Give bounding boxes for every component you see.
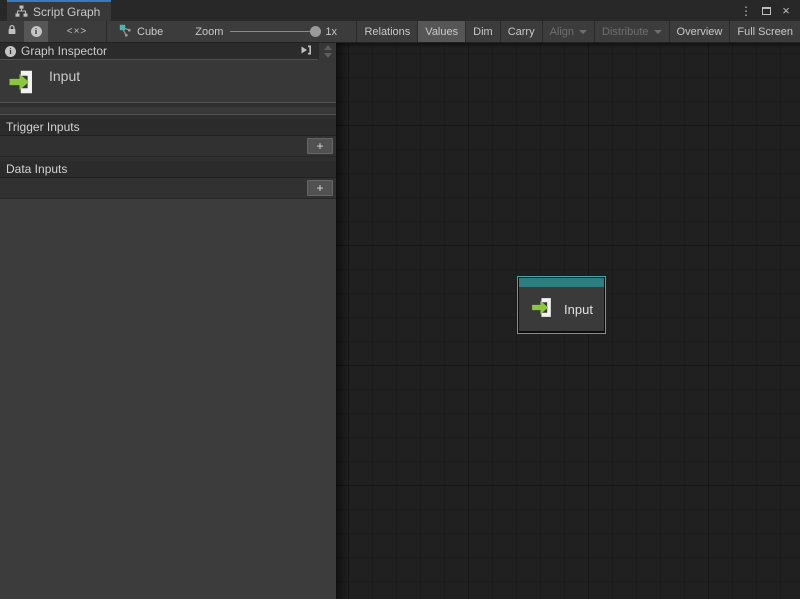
- toolbar-shadow: [336, 43, 800, 48]
- inspector-empty-space: [0, 199, 336, 599]
- selected-unit-card: Input: [0, 60, 336, 103]
- window-controls: ⋮ ×: [738, 0, 800, 21]
- chevron-down-icon: [654, 30, 662, 34]
- tab-label: Script Graph: [33, 5, 100, 19]
- trigger-inputs-list: +: [0, 136, 336, 157]
- relations-button[interactable]: Relations: [356, 21, 417, 42]
- graph-canvas[interactable]: Input: [336, 43, 800, 599]
- code-icon: <×>: [67, 26, 88, 37]
- graph-owner-breadcrumb[interactable]: Cube: [107, 21, 173, 42]
- info-icon: i: [5, 46, 16, 57]
- dock-sidebar-icon[interactable]: [300, 44, 313, 59]
- zoom-value: 1x: [325, 26, 337, 38]
- toolbar-right-buttons: Relations Values Dim Carry Align Distrib…: [356, 21, 800, 42]
- trigger-inputs-label: Trigger Inputs: [6, 120, 80, 134]
- content-area: i Graph Inspector: [0, 43, 800, 599]
- scroll-up-icon[interactable]: [324, 45, 332, 50]
- dim-button[interactable]: Dim: [465, 21, 500, 42]
- inspector-header-row: i Graph Inspector: [0, 43, 336, 60]
- input-unit-icon: [530, 295, 555, 323]
- lock-button[interactable]: [0, 21, 24, 42]
- zoom-label: Zoom: [195, 26, 223, 38]
- script-graph-window: Script Graph ⋮ × i <×>: [0, 0, 800, 599]
- tab-script-graph[interactable]: Script Graph: [7, 0, 111, 21]
- maximize-icon[interactable]: [758, 3, 774, 19]
- graph-inspector-panel: i Graph Inspector: [0, 43, 336, 599]
- titlebar: Script Graph ⋮ ×: [0, 0, 800, 21]
- zoom-slider[interactable]: [230, 31, 318, 32]
- fullscreen-button[interactable]: Full Screen: [729, 21, 800, 42]
- window-menu-icon[interactable]: ⋮: [738, 3, 754, 19]
- panel-shadow: [336, 43, 349, 599]
- input-unit-icon: [7, 67, 37, 100]
- inspector-title: Graph Inspector: [21, 44, 295, 58]
- add-trigger-input-button[interactable]: +: [307, 138, 333, 154]
- unit-title: Input: [49, 68, 80, 84]
- zoom-slider-handle[interactable]: [310, 26, 321, 37]
- distribute-dropdown[interactable]: Distribute: [594, 21, 668, 42]
- edit-source-button[interactable]: <×>: [48, 21, 106, 42]
- data-inputs-list: +: [0, 178, 336, 199]
- zoom-control: Zoom 1x: [173, 21, 345, 42]
- inspector-toggle-button[interactable]: i: [24, 21, 48, 42]
- carry-button[interactable]: Carry: [500, 21, 542, 42]
- align-dropdown[interactable]: Align: [542, 21, 594, 42]
- graph-owner-label: Cube: [137, 26, 163, 38]
- distribute-label: Distribute: [602, 26, 648, 38]
- graph-asset-icon: [119, 24, 132, 40]
- inspector-header: i Graph Inspector: [0, 43, 318, 60]
- data-inputs-label: Data Inputs: [6, 162, 67, 176]
- close-icon[interactable]: ×: [778, 3, 794, 19]
- inspector-scroll-buttons: [318, 43, 336, 60]
- values-button[interactable]: Values: [417, 21, 465, 42]
- unit-summary-bar: [0, 107, 336, 115]
- add-data-input-button[interactable]: +: [307, 180, 333, 196]
- graph-hierarchy-icon: [15, 5, 28, 18]
- lock-icon: [6, 24, 18, 39]
- chevron-down-icon: [579, 30, 587, 34]
- trigger-inputs-header: Trigger Inputs: [0, 119, 336, 136]
- graph-toolbar: i <×> Cube Zoom 1x Relatio: [0, 21, 800, 43]
- node-title: Input: [564, 302, 593, 317]
- input-node-body[interactable]: Input: [519, 287, 604, 331]
- align-label: Align: [550, 26, 574, 38]
- scroll-down-icon[interactable]: [324, 53, 332, 58]
- input-node-header[interactable]: [519, 278, 604, 287]
- data-inputs-header: Data Inputs: [0, 161, 336, 178]
- overview-button[interactable]: Overview: [669, 21, 730, 42]
- input-node[interactable]: Input: [517, 276, 606, 334]
- info-icon: i: [31, 26, 42, 37]
